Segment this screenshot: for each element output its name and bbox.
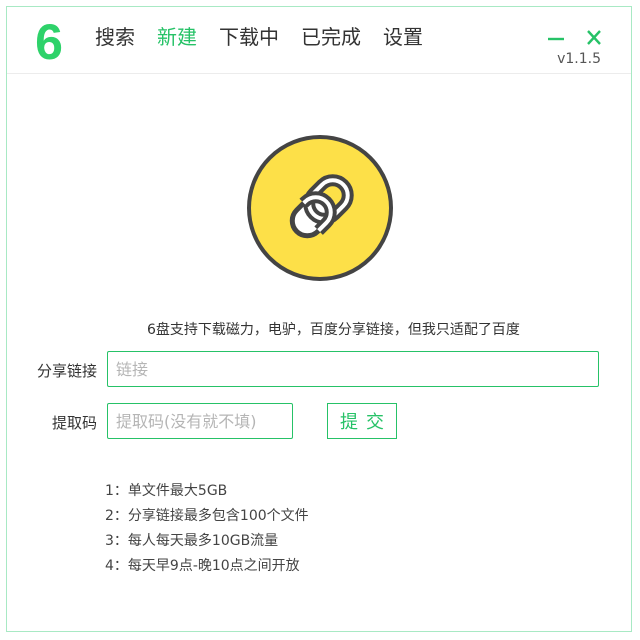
close-icon[interactable] (583, 29, 605, 47)
submit-button[interactable]: 提交 (327, 403, 397, 439)
nav-tab-downloading[interactable]: 下载中 (219, 24, 279, 50)
tip-item: 1：单文件最大5GB (105, 483, 228, 499)
tip-item: 2：分享链接最多包含100个文件 (105, 508, 309, 524)
share-link-label: 分享链接 (36, 362, 97, 380)
tip-item: 4：每天早9点-晚10点之间开放 (105, 558, 300, 574)
main-nav: 搜索 新建 下载中 已完成 设置 (95, 24, 445, 50)
nav-tab-settings[interactable]: 设置 (383, 24, 423, 50)
window-controls (529, 29, 605, 47)
share-link-input[interactable] (107, 351, 599, 387)
link-chain-icon (247, 135, 393, 281)
nav-tab-new[interactable]: 新建 (157, 24, 197, 50)
nav-tab-search[interactable]: 搜索 (95, 24, 135, 50)
tip-item: 3：每人每天最多10GB流量 (105, 533, 279, 549)
description-text: 6盘支持下载磁力，电驴，百度分享链接，但我只适配了百度 (147, 322, 520, 338)
app-window: 6 搜索 新建 下载中 已完成 设置 v1.1.5 6盘支持下载磁力，电驴，百度… (6, 6, 632, 632)
extract-code-label: 提取码 (51, 414, 97, 432)
nav-tab-completed[interactable]: 已完成 (301, 24, 361, 50)
tips-list: 1：单文件最大5GB 2：分享链接最多包含100个文件 3：每人每天最多10GB… (105, 479, 309, 579)
extract-code-input[interactable] (107, 403, 293, 439)
minimize-icon[interactable] (545, 29, 567, 47)
title-bar: 6 搜索 新建 下载中 已完成 设置 v1.1.5 (7, 7, 631, 74)
app-logo-icon: 6 (35, 17, 63, 65)
svg-text:6: 6 (35, 17, 63, 65)
version-label: v1.1.5 (557, 51, 601, 67)
